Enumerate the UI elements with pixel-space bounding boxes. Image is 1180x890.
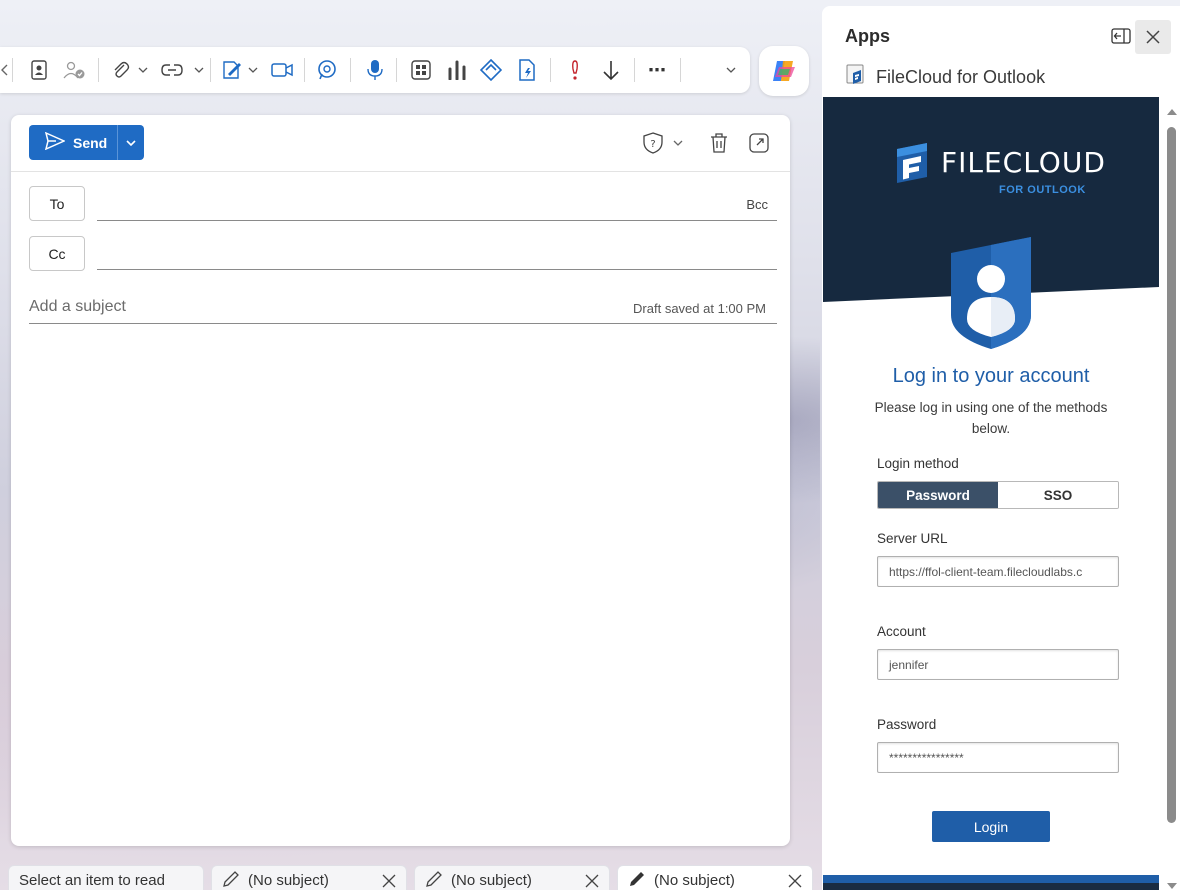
method-password-option[interactable]: Password <box>878 482 998 508</box>
compose-pane: Send ? To Bcc Cc Add a subject Draft sav… <box>11 115 790 846</box>
cc-field[interactable] <box>97 269 777 270</box>
close-icon[interactable] <box>1135 20 1171 54</box>
chart-icon[interactable] <box>444 57 470 83</box>
chevron-down-icon[interactable] <box>671 131 685 155</box>
chevron-left-icon[interactable] <box>0 57 18 83</box>
apps-grid-icon[interactable] <box>408 57 434 83</box>
to-field[interactable] <box>97 220 777 221</box>
login-method-label: Login method <box>877 456 959 471</box>
pop-out-icon[interactable] <box>747 131 771 155</box>
account-label: Account <box>877 624 926 639</box>
compose-toolbar: ⋯ <box>0 47 750 93</box>
close-icon[interactable] <box>583 872 601 890</box>
tab-draft-1[interactable]: (No subject) <box>211 865 407 890</box>
chevron-down-icon[interactable] <box>725 57 737 83</box>
chevron-down-icon <box>126 139 136 146</box>
people-check-icon[interactable] <box>62 57 88 83</box>
toolbar-divider <box>550 58 551 82</box>
attach-icon[interactable] <box>108 57 134 83</box>
close-icon[interactable] <box>786 872 804 890</box>
tab-reading-pane[interactable]: Select an item to read <box>8 865 204 890</box>
copilot-icon[interactable] <box>759 46 809 96</box>
addin-name: FileCloud for Outlook <box>876 67 1046 87</box>
password-label: Password <box>877 717 937 732</box>
send-button[interactable]: Send <box>29 125 117 160</box>
login-title: Log in to your account <box>892 365 1090 387</box>
signature-icon[interactable] <box>219 57 245 83</box>
editor-icon[interactable] <box>514 57 540 83</box>
pencil-icon <box>628 870 646 890</box>
user-shield-icon <box>951 237 1031 349</box>
tab-label: (No subject) <box>654 872 735 889</box>
addin-header: FileCloud for Outlook <box>846 64 1045 91</box>
login-button[interactable]: Login <box>932 811 1050 842</box>
chevron-down-icon[interactable] <box>193 57 205 83</box>
filecloud-brand: FILECLOUD <box>895 141 1106 185</box>
panel-title: Apps <box>845 26 890 46</box>
toolbar-divider <box>98 58 99 82</box>
link-icon[interactable] <box>159 57 185 83</box>
chevron-down-icon[interactable] <box>247 57 259 83</box>
cc-button[interactable]: Cc <box>29 236 85 271</box>
server-url-field[interactable]: https://ffol-client-team.filecloudlabs.c <box>877 556 1119 587</box>
compose-header-divider <box>11 171 790 172</box>
close-icon[interactable] <box>380 872 398 890</box>
send-icon <box>44 131 66 153</box>
footer-band-dark <box>823 883 1159 890</box>
send-button-group: Send <box>29 125 144 160</box>
password-field[interactable]: **************** <box>877 742 1119 773</box>
video-meeting-icon[interactable] <box>269 57 295 83</box>
login-description: Please log in using one of the methods b… <box>874 400 1108 436</box>
toolbar-divider <box>210 58 211 82</box>
sensitivity-icon[interactable]: ? <box>641 131 665 155</box>
method-sso-option[interactable]: SSO <box>998 482 1118 508</box>
dictate-icon[interactable] <box>362 57 388 83</box>
dock-icon[interactable] <box>1110 26 1132 46</box>
brand-word: FILECLOUD <box>941 146 1106 179</box>
tab-label: (No subject) <box>451 872 532 889</box>
login-method-toggle: Password SSO <box>877 481 1119 509</box>
pencil-icon <box>425 870 443 890</box>
subject-input[interactable]: Add a subject <box>29 298 126 316</box>
addin-scrollbar[interactable] <box>1162 103 1180 890</box>
server-url-label: Server URL <box>877 531 948 546</box>
tab-draft-2[interactable]: (No subject) <box>414 865 610 890</box>
pencil-icon <box>222 870 240 890</box>
contact-card-icon[interactable] <box>26 57 52 83</box>
draft-status: Draft saved at 1:00 PM <box>633 301 766 316</box>
bcc-button[interactable]: Bcc <box>746 197 768 212</box>
tab-label: Select an item to read <box>19 872 165 889</box>
send-options-button[interactable] <box>117 125 144 160</box>
subject-underline <box>29 323 777 324</box>
apps-panel: Apps FileCloud for Outlook FILECLOUD FOR… <box>822 6 1180 890</box>
scroll-up-icon <box>1167 109 1177 115</box>
scroll-down-icon <box>1167 883 1177 889</box>
account-field[interactable]: jennifer <box>877 649 1119 680</box>
tab-draft-3-active[interactable]: (No subject) <box>617 865 813 890</box>
send-label: Send <box>73 134 108 151</box>
importance-low-icon[interactable] <box>598 57 624 83</box>
filecloud-logo-icon <box>897 143 927 183</box>
tab-label: (No subject) <box>248 872 329 889</box>
toolbar-divider <box>634 58 635 82</box>
brand-sub: FOR OUTLOOK <box>999 184 1086 196</box>
toolbar-divider <box>396 58 397 82</box>
more-icon[interactable]: ⋯ <box>644 57 670 83</box>
toolbar-divider <box>12 58 13 82</box>
toolbar-divider <box>350 58 351 82</box>
chevron-down-icon[interactable] <box>137 57 149 83</box>
filecloud-addin-frame: FILECLOUD FOR OUTLOOK Log in to your acc… <box>823 97 1159 890</box>
viva-icon[interactable] <box>478 57 504 83</box>
delete-icon[interactable] <box>707 131 731 155</box>
toolbar-divider <box>680 58 681 82</box>
filecloud-logo-icon <box>846 64 866 91</box>
svg-text:?: ? <box>650 139 655 150</box>
importance-high-icon[interactable] <box>562 57 588 83</box>
loop-icon[interactable] <box>314 57 340 83</box>
toolbar-divider <box>304 58 305 82</box>
to-button[interactable]: To <box>29 186 85 221</box>
scrollbar-thumb[interactable] <box>1167 127 1176 823</box>
